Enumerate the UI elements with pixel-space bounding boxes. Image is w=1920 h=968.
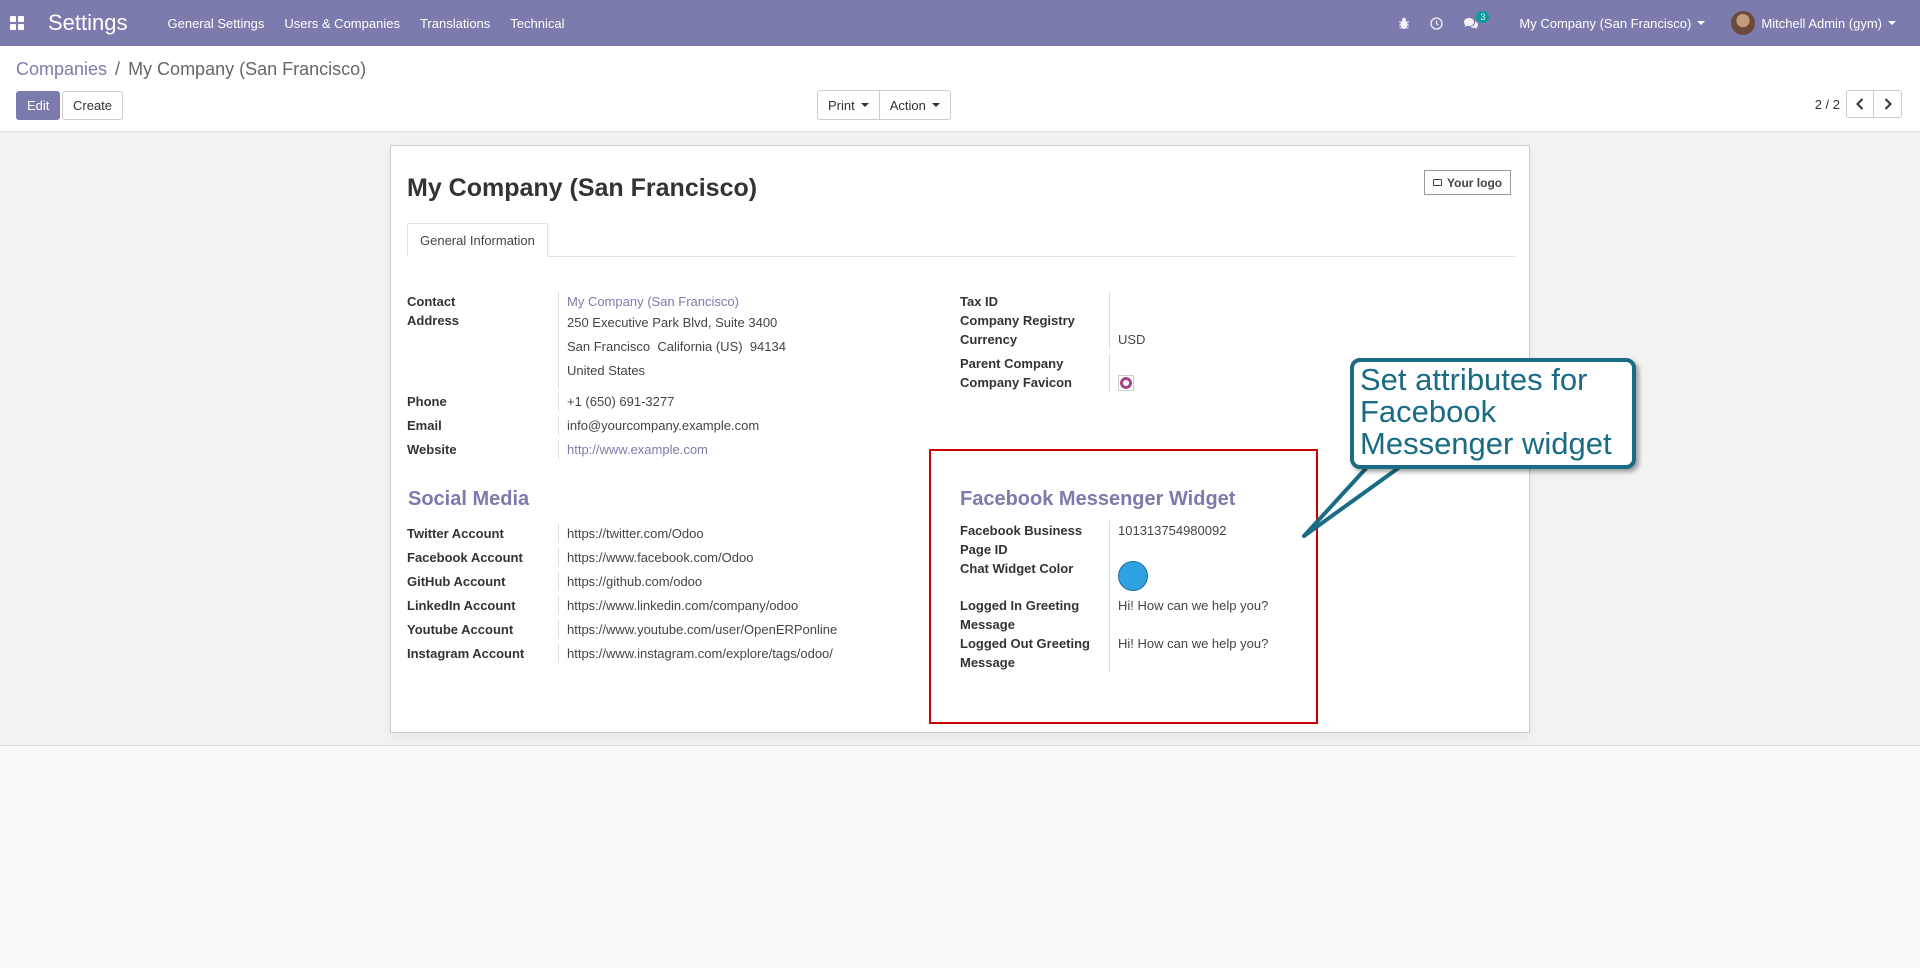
contact-group: Contact My Company (San Francisco) Addres…	[407, 292, 786, 461]
caret-down-icon	[1697, 21, 1706, 25]
company-switcher-label: My Company (San Francisco)	[1519, 15, 1692, 31]
twitter-value: https://twitter.com/Odoo	[567, 525, 704, 541]
address-country: United States	[567, 363, 646, 378]
currency-label: Currency	[960, 330, 1110, 349]
app-title[interactable]: Settings	[48, 10, 128, 36]
address-zip: 94134	[749, 339, 786, 354]
instagram-value: https://www.instagram.com/explore/tags/o…	[567, 645, 833, 661]
pager-value[interactable]: 2 / 2	[1815, 97, 1840, 112]
edit-button[interactable]: Edit	[16, 91, 61, 120]
facebook-label: Facebook Account	[407, 547, 559, 567]
tab-general-information[interactable]: General Information	[407, 223, 548, 257]
your-logo-button[interactable]: Your logo	[1424, 170, 1512, 195]
company-registry-label: Company Registry	[960, 311, 1110, 330]
parent-company-value	[1110, 354, 1118, 373]
action-label: Action	[889, 97, 926, 113]
debug-bug-icon[interactable]	[1398, 17, 1410, 30]
breadcrumb-current: My Company (San Francisco)	[128, 59, 367, 79]
menu-users-companies[interactable]: Users & Companies	[284, 16, 400, 31]
contact-link[interactable]: My Company (San Francisco)	[559, 292, 739, 311]
callout-line3: Messenger widget	[1360, 426, 1612, 461]
address-state: California (US)	[657, 339, 743, 354]
legal-group: Tax ID Company Registry Currency USD Pare…	[960, 292, 1145, 392]
social-media-group: Twitter Account https://twitter.com/Odoo …	[407, 521, 837, 665]
create-button[interactable]: Create	[62, 91, 124, 120]
caret-down-icon	[1888, 21, 1896, 25]
pager-previous-button[interactable]	[1846, 90, 1874, 118]
menu-translations[interactable]: Translations	[420, 16, 490, 31]
company-switcher[interactable]: My Company (San Francisco)	[1519, 15, 1706, 31]
pager-next-button[interactable]	[1874, 90, 1902, 118]
website-label: Website	[407, 439, 559, 459]
contact-label: Contact	[407, 292, 559, 311]
pager: 2 / 2	[1815, 90, 1902, 118]
print-label: Print	[828, 97, 855, 113]
phone-label: Phone	[407, 391, 559, 411]
print-dropdown[interactable]: Print	[817, 90, 880, 120]
caret-down-icon	[860, 103, 869, 107]
linkedin-label: LinkedIn Account	[407, 595, 559, 615]
tax-id-label: Tax ID	[960, 292, 1110, 311]
action-dropdown[interactable]: Action	[879, 90, 951, 120]
callout-text: Set attributes for Facebook Messenger wi…	[1360, 364, 1612, 460]
tax-id-value	[1110, 292, 1118, 311]
company-name-title[interactable]: My Company (San Francisco)	[407, 174, 757, 203]
phone-value: +1 (650) 691-3277	[567, 393, 675, 409]
action-button-group: Print Action	[817, 90, 951, 120]
control-panel: Companies / My Company (San Francisco) Edi…	[0, 46, 1920, 132]
breadcrumb-separator: /	[115, 59, 121, 79]
avatar	[1731, 11, 1756, 35]
email-label: Email	[407, 415, 559, 435]
your-logo-label: Your logo	[1447, 175, 1503, 190]
twitter-label: Twitter Account	[407, 523, 559, 543]
annotation-callout: Set attributes for Facebook Messenger wi…	[1350, 358, 1636, 469]
breadcrumb: Companies / My Company (San Francisco)	[16, 59, 366, 80]
form-tabs: General Information	[407, 223, 1515, 257]
activity-clock-icon[interactable]	[1430, 16, 1444, 30]
messages-chat-icon[interactable]: 3	[1463, 10, 1490, 30]
chevron-right-icon	[1884, 98, 1892, 110]
apps-menu-icon[interactable]	[10, 16, 24, 30]
currency-value: USD	[1118, 332, 1146, 347]
parent-company-label: Parent Company	[960, 354, 1110, 373]
callout-line2: Facebook	[1360, 394, 1497, 429]
address-city: San Francisco	[567, 339, 651, 354]
menu-general-settings[interactable]: General Settings	[168, 16, 265, 31]
address-city-line: San Francisco California (US) 94134	[559, 335, 786, 359]
github-label: GitHub Account	[407, 571, 559, 591]
caret-down-icon	[931, 103, 940, 107]
callout-pointer	[1302, 462, 1406, 538]
website-link[interactable]: http://www.example.com	[559, 440, 708, 459]
user-name: Mitchell Admin (gym)	[1761, 15, 1882, 31]
social-media-title: Social Media	[408, 488, 530, 510]
callout-line1: Set attributes for	[1360, 362, 1588, 397]
address-block: 250 Executive Park Blvd, Suite 3400 San …	[559, 311, 786, 389]
company-registry-value	[1110, 311, 1118, 330]
address-street: 250 Executive Park Blvd, Suite 3400	[567, 315, 778, 330]
menu-technical[interactable]: Technical	[510, 16, 564, 31]
instagram-label: Instagram Account	[407, 643, 559, 663]
top-navbar: Settings General Settings Users & Compan…	[0, 0, 1920, 46]
youtube-label: Youtube Account	[407, 619, 559, 639]
breadcrumb-companies-link[interactable]: Companies	[16, 59, 107, 79]
linkedin-value: https://www.linkedin.com/company/odoo	[567, 597, 799, 613]
highlight-rectangle	[929, 449, 1318, 724]
navbar-systray: 3 My Company (San Francisco) Mitchell Ad…	[1398, 0, 1920, 46]
company-favicon-field[interactable]	[1110, 373, 1134, 392]
github-value: https://github.com/odoo	[567, 573, 703, 589]
favicon-image	[1118, 375, 1134, 391]
messages-count-badge: 3	[1476, 10, 1490, 23]
camera-icon	[1433, 179, 1442, 186]
youtube-value: https://www.youtube.com/user/OpenERPonli…	[567, 621, 838, 637]
email-value: info@yourcompany.example.com	[567, 417, 760, 433]
chevron-left-icon	[1856, 98, 1864, 110]
facebook-value: https://www.facebook.com/Odoo	[567, 549, 754, 565]
user-menu[interactable]: Mitchell Admin (gym)	[1731, 11, 1896, 35]
address-label: Address	[407, 311, 559, 389]
main-menu: General Settings Users & Companies Trans…	[168, 16, 585, 31]
company-favicon-label: Company Favicon	[960, 373, 1110, 392]
